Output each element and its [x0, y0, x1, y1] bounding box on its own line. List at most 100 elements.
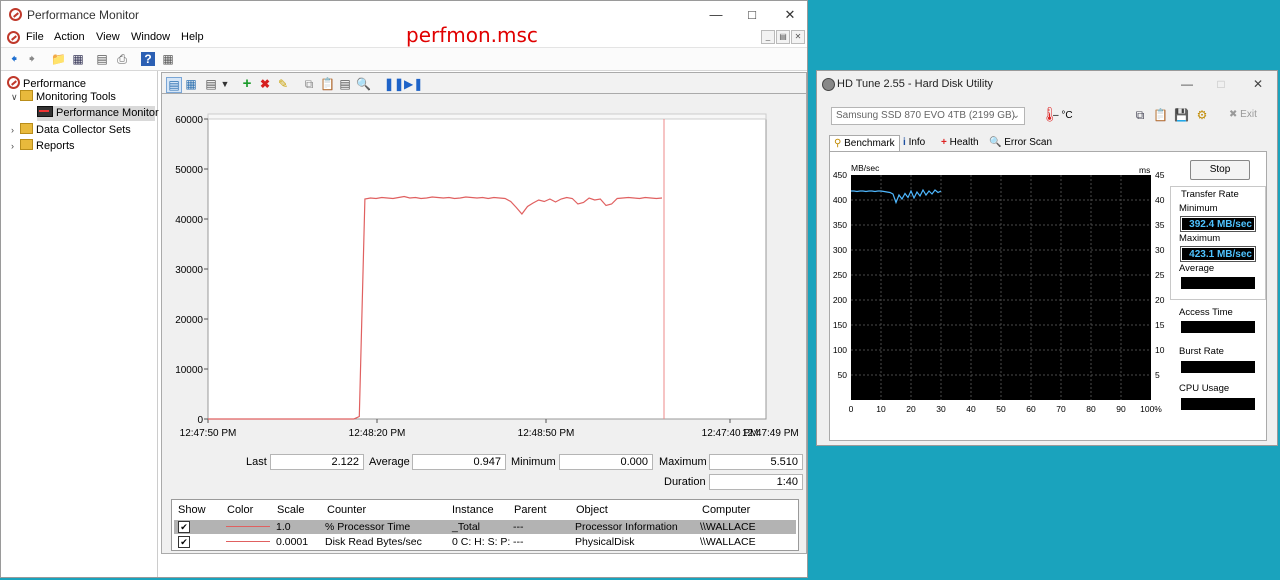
add-counter-icon[interactable]: +: [240, 76, 254, 91]
tree-item-performance[interactable]: Performance: [7, 74, 86, 90]
freeze-display-icon[interactable]: ❚❚: [384, 77, 404, 91]
instance-cell: _Total: [452, 521, 481, 533]
scale-cell: 1.0: [276, 521, 291, 533]
view-log-data-icon[interactable]: ▦: [184, 77, 198, 91]
counters-legend-table: Show Color Scale Counter Instance Parent…: [171, 499, 799, 551]
update-data-icon[interactable]: ▶❚: [404, 77, 423, 91]
mdi-minimize-button[interactable]: _: [761, 30, 775, 44]
copy-info-icon[interactable]: ⧉: [1133, 108, 1147, 122]
properties-icon[interactable]: ▤: [95, 52, 109, 66]
header-scale[interactable]: Scale: [277, 504, 305, 516]
exit-button[interactable]: ✖ Exit: [1229, 109, 1257, 120]
header-show[interactable]: Show: [178, 504, 206, 516]
folder-icon: [20, 123, 33, 134]
table-row[interactable]: ✔ 0.0001 Disk Read Bytes/sec 0 C: H: S: …: [174, 535, 796, 549]
cpu-usage-label: CPU Usage: [1179, 383, 1230, 394]
table-row[interactable]: ✔ 1.0 % Processor Time _Total --- Proces…: [174, 520, 796, 534]
forward-arrow-icon[interactable]: 🠺: [25, 52, 39, 66]
x-tick-label: 10: [876, 404, 886, 414]
console-view-icon[interactable]: ▦: [161, 52, 175, 66]
perfmon-line-chart: 60000 50000 40000 30000 20000 10000 0 12:47:50 …: [175, 113, 799, 439]
tree-item-reports[interactable]: › Reports: [11, 139, 75, 154]
drive-select[interactable]: Samsung SSD 870 EVO 4TB (2199 GB) ⌄: [831, 107, 1025, 125]
hdtune-close-button[interactable]: ✕: [1243, 75, 1273, 93]
color-swatch: [226, 541, 270, 542]
transfer-rate-label: Transfer Rate: [1179, 189, 1241, 200]
chevron-down-icon: ⌄: [1011, 110, 1020, 121]
header-counter[interactable]: Counter: [327, 504, 366, 516]
minimum-label: Minimum: [511, 456, 556, 468]
show-checkbox[interactable]: ✔: [178, 521, 190, 533]
hdtune-maximize-button[interactable]: □: [1206, 75, 1236, 93]
tree-item-monitoring-tools[interactable]: ∨ Monitoring Tools: [11, 90, 116, 105]
chevron-right-icon[interactable]: ›: [11, 123, 20, 138]
header-parent[interactable]: Parent: [514, 504, 546, 516]
object-cell: Processor Information: [575, 521, 678, 533]
up-folder-icon[interactable]: 📁: [51, 52, 66, 66]
tab-health[interactable]: + Health: [941, 135, 979, 151]
show-checkbox[interactable]: ✔: [178, 536, 190, 548]
paste-counter-list-icon[interactable]: 📋: [320, 77, 335, 91]
tab-info[interactable]: i Info: [903, 135, 925, 151]
copy-properties-icon[interactable]: ⧉: [302, 77, 316, 91]
help-icon[interactable]: ?: [141, 52, 155, 66]
delete-counter-icon[interactable]: ✖: [258, 77, 272, 91]
mdi-restore-button[interactable]: ▤: [776, 30, 790, 44]
maximum-label: Maximum: [1179, 233, 1221, 244]
tree-item-performance-monitor[interactable]: Performance Monitor: [37, 106, 159, 121]
menu-view[interactable]: View: [96, 31, 120, 43]
header-computer[interactable]: Computer: [702, 504, 750, 516]
maximize-button[interactable]: □: [733, 3, 771, 27]
burst-rate-label: Burst Rate: [1179, 346, 1224, 357]
tree-item-data-collector-sets[interactable]: › Data Collector Sets: [11, 123, 131, 138]
highlight-icon[interactable]: ✎: [276, 77, 290, 91]
x-tick-label: 50: [996, 404, 1006, 414]
x-tick-label: 40: [966, 404, 976, 414]
tab-error-scan[interactable]: 🔍 Error Scan: [989, 135, 1052, 151]
reports-folder-icon: [20, 139, 33, 150]
last-value: 2.122: [270, 454, 364, 470]
header-instance[interactable]: Instance: [452, 504, 494, 516]
view-current-activity-icon[interactable]: ▤: [166, 77, 182, 93]
hdtune-app-icon: [822, 78, 835, 91]
perfmon-app-icon: [9, 8, 22, 21]
drive-select-value: Samsung SSD 870 EVO 4TB (2199 GB): [836, 110, 1015, 121]
properties-icon[interactable]: ▤: [338, 77, 352, 91]
back-arrow-icon[interactable]: 🠸: [7, 52, 21, 66]
close-button[interactable]: ✕: [771, 3, 809, 27]
benchmark-chart: MB/sec ms45040035030025020015010050454035…: [833, 163, 1165, 414]
print-icon[interactable]: ⎙: [115, 52, 129, 66]
minimum-value: 392.4 MB/sec: [1180, 216, 1256, 232]
y2-tick-label: 20: [1155, 295, 1165, 305]
main-toolbar: 🠸 🠺 📁 ▦ ▤ ⎙ ? ▦: [1, 47, 807, 71]
tab-benchmark[interactable]: ⚲ Benchmark: [829, 135, 900, 152]
chevron-right-icon[interactable]: ›: [11, 139, 20, 154]
system-menu-icon[interactable]: [7, 31, 20, 44]
chevron-down-icon[interactable]: ∨: [11, 90, 20, 105]
health-cross-icon: +: [941, 137, 947, 148]
average-value: 0.947: [412, 454, 506, 470]
menu-help[interactable]: Help: [181, 31, 204, 43]
mdi-controls: _ ▤ ✕: [760, 30, 805, 44]
show-hide-tree-icon[interactable]: ▦: [71, 52, 85, 66]
menu-window[interactable]: Window: [131, 31, 170, 43]
x-tick-label: 90: [1116, 404, 1126, 414]
options-icon[interactable]: ⚙: [1195, 108, 1209, 122]
access-time-label: Access Time: [1179, 307, 1233, 318]
y-tick-label: 0: [197, 415, 203, 426]
minimize-button[interactable]: —: [697, 3, 735, 27]
header-color[interactable]: Color: [227, 504, 253, 516]
hdtune-minimize-button[interactable]: —: [1172, 75, 1202, 93]
change-graph-type-icon[interactable]: ▤: [204, 77, 218, 91]
copy-screenshot-icon[interactable]: 📋: [1153, 108, 1168, 122]
menu-action[interactable]: Action: [54, 31, 85, 43]
menu-file[interactable]: File: [26, 31, 44, 43]
performance-icon: [7, 76, 20, 89]
zoom-icon[interactable]: 🔍: [356, 77, 371, 91]
save-icon[interactable]: 💾: [1174, 108, 1189, 122]
y2-tick-label: 15: [1155, 320, 1165, 330]
stop-button[interactable]: Stop: [1190, 160, 1250, 180]
mdi-close-button[interactable]: ✕: [791, 30, 805, 44]
graph-type-dropdown-icon[interactable]: ▼: [218, 77, 232, 91]
header-object[interactable]: Object: [576, 504, 608, 516]
